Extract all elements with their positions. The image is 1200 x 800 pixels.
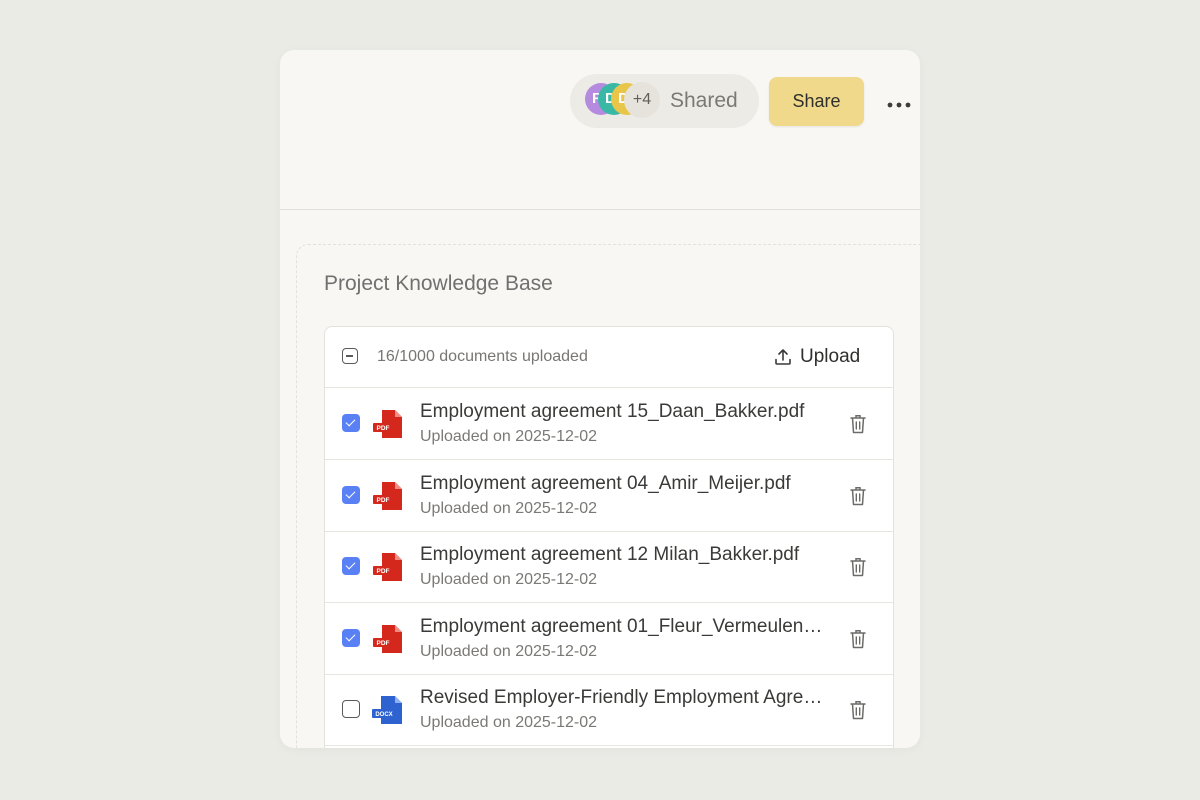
file-type-label: PDF (377, 497, 390, 504)
select-all-checkbox[interactable] (342, 348, 358, 364)
ellipsis-icon[interactable] (880, 86, 918, 116)
more-members-count: +4 (624, 82, 660, 118)
trash-icon[interactable] (848, 699, 868, 721)
upload-icon (775, 349, 791, 365)
upload-label: Upload (800, 346, 861, 367)
row-checkbox[interactable] (342, 486, 360, 504)
file-type-label: DOCX (375, 712, 392, 718)
document-upload-date: Uploaded on 2025-12-02 (420, 428, 598, 445)
document-row[interactable]: PDF Employment agreement 01_Fleur_Vermeu… (325, 603, 893, 675)
document-name[interactable]: Revised Employer-Friendly Employment Agr… (420, 687, 824, 709)
document-row[interactable]: PDF Employment agreement 15_Daan_Bakker.… (325, 388, 893, 460)
row-checkbox[interactable] (342, 700, 360, 718)
document-upload-date: Uploaded on 2025-12-02 (420, 714, 598, 731)
row-checkbox[interactable] (342, 557, 360, 575)
document-upload-date: Uploaded on 2025-12-02 (420, 571, 598, 588)
document-row[interactable]: DOCX Revised Employer-Friendly Employmen… (325, 674, 893, 746)
document-count: 16/1000 documents uploaded (377, 348, 588, 365)
shared-members-pill[interactable]: F D D +4 Shared (570, 74, 759, 128)
trash-icon[interactable] (848, 556, 868, 578)
row-checkbox[interactable] (342, 629, 360, 647)
document-list-header: 16/1000 documents uploaded Upload (325, 327, 893, 388)
upload-button[interactable]: Upload (773, 342, 873, 372)
pdf-file-icon: PDF (373, 625, 402, 653)
document-name[interactable]: Employment agreement 01_Fleur_Vermeulen.… (420, 616, 824, 638)
pdf-file-icon: PDF (373, 410, 402, 438)
shared-label: Shared (670, 89, 738, 112)
trash-icon[interactable] (848, 628, 868, 650)
document-row[interactable]: PDF Employment agreement 12 Milan_Bakker… (325, 531, 893, 603)
document-name[interactable]: Employment agreement 15_Daan_Bakker.pdf (420, 401, 824, 423)
pdf-file-icon: PDF (373, 482, 402, 510)
file-type-label: PDF (377, 425, 390, 432)
knowledge-base-card: F D D +4 Shared Share Project Knowledge … (280, 50, 920, 748)
file-type-label: PDF (377, 640, 390, 647)
document-upload-date: Uploaded on 2025-12-02 (420, 500, 598, 517)
document-upload-date: Uploaded on 2025-12-02 (420, 643, 598, 660)
row-checkbox[interactable] (342, 414, 360, 432)
trash-icon[interactable] (848, 485, 868, 507)
document-list-panel: 16/1000 documents uploaded Upload PDF Em… (324, 326, 894, 748)
share-button[interactable]: Share (769, 77, 864, 126)
document-name[interactable]: Employment agreement 12 Milan_Bakker.pdf (420, 544, 824, 566)
card-header: F D D +4 Shared Share (280, 50, 920, 210)
document-row[interactable]: PDF Employment agreement 04_Amir_Meijer.… (325, 460, 893, 532)
trash-icon[interactable] (848, 413, 868, 435)
document-name[interactable]: Employment agreement 04_Amir_Meijer.pdf (420, 473, 824, 495)
page-title: Project Knowledge Base (324, 272, 553, 295)
file-type-label: PDF (377, 568, 390, 575)
pdf-file-icon: PDF (373, 553, 402, 581)
docx-file-icon: DOCX (372, 696, 402, 724)
